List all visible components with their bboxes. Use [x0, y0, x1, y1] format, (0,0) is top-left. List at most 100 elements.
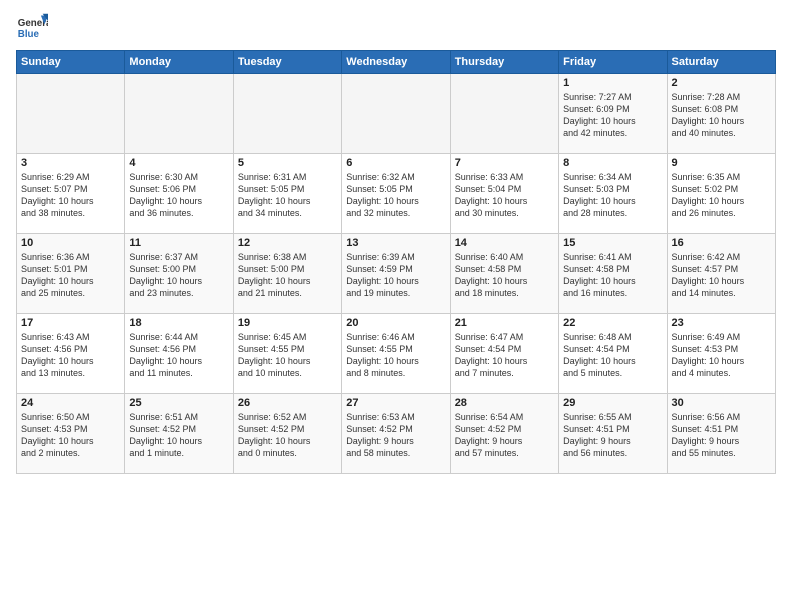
- calendar-cell: [233, 74, 341, 154]
- calendar-cell: [342, 74, 450, 154]
- day-content: Sunrise: 6:53 AM Sunset: 4:52 PM Dayligh…: [346, 411, 445, 460]
- day-number: 6: [346, 157, 445, 169]
- day-number: 12: [238, 237, 337, 249]
- weekday-header-sunday: Sunday: [17, 51, 125, 74]
- calendar-cell: 17 Sunrise: 6:43 AM Sunset: 4:56 PM Dayli…: [17, 314, 125, 394]
- day-number: 30: [672, 397, 771, 409]
- day-content: Sunrise: 6:56 AM Sunset: 4:51 PM Dayligh…: [672, 411, 771, 460]
- day-number: 5: [238, 157, 337, 169]
- day-number: 29: [563, 397, 662, 409]
- day-number: 1: [563, 77, 662, 89]
- calendar-cell: 3 Sunrise: 6:29 AM Sunset: 5:07 PM Daylig…: [17, 154, 125, 234]
- day-content: Sunrise: 7:28 AM Sunset: 6:08 PM Dayligh…: [672, 91, 771, 140]
- day-number: 18: [129, 317, 228, 329]
- day-content: Sunrise: 6:29 AM Sunset: 5:07 PM Dayligh…: [21, 171, 120, 220]
- day-number: 10: [21, 237, 120, 249]
- day-number: 22: [563, 317, 662, 329]
- day-content: Sunrise: 6:45 AM Sunset: 4:55 PM Dayligh…: [238, 331, 337, 380]
- day-number: 9: [672, 157, 771, 169]
- calendar-cell: 16 Sunrise: 6:42 AM Sunset: 4:57 PM Dayli…: [667, 234, 775, 314]
- day-content: Sunrise: 7:27 AM Sunset: 6:09 PM Dayligh…: [563, 91, 662, 140]
- day-number: 21: [455, 317, 554, 329]
- day-content: Sunrise: 6:34 AM Sunset: 5:03 PM Dayligh…: [563, 171, 662, 220]
- calendar-cell: 30 Sunrise: 6:56 AM Sunset: 4:51 PM Dayli…: [667, 394, 775, 474]
- day-content: Sunrise: 6:49 AM Sunset: 4:53 PM Dayligh…: [672, 331, 771, 380]
- calendar-cell: 24 Sunrise: 6:50 AM Sunset: 4:53 PM Dayli…: [17, 394, 125, 474]
- calendar-cell: 27 Sunrise: 6:53 AM Sunset: 4:52 PM Dayli…: [342, 394, 450, 474]
- day-number: 2: [672, 77, 771, 89]
- day-number: 25: [129, 397, 228, 409]
- weekday-header-friday: Friday: [559, 51, 667, 74]
- calendar-cell: 28Sunrise: 6:54 AM Sunset: 4:52 PM Dayli…: [450, 394, 558, 474]
- day-number: 4: [129, 157, 228, 169]
- day-number: 20: [346, 317, 445, 329]
- day-number: 17: [21, 317, 120, 329]
- day-content: Sunrise: 6:37 AM Sunset: 5:00 PM Dayligh…: [129, 251, 228, 300]
- calendar-cell: 1 Sunrise: 7:27 AM Sunset: 6:09 PM Daylig…: [559, 74, 667, 154]
- calendar-cell: 6 Sunrise: 6:32 AM Sunset: 5:05 PM Daylig…: [342, 154, 450, 234]
- day-content: Sunrise: 6:42 AM Sunset: 4:57 PM Dayligh…: [672, 251, 771, 300]
- day-number: 23: [672, 317, 771, 329]
- calendar-cell: 22Sunrise: 6:48 AM Sunset: 4:54 PM Dayli…: [559, 314, 667, 394]
- day-content: Sunrise: 6:50 AM Sunset: 4:53 PM Dayligh…: [21, 411, 120, 460]
- day-content: Sunrise: 6:38 AM Sunset: 5:00 PM Dayligh…: [238, 251, 337, 300]
- calendar-cell: 8 Sunrise: 6:34 AM Sunset: 5:03 PM Daylig…: [559, 154, 667, 234]
- calendar-week-row: 24 Sunrise: 6:50 AM Sunset: 4:53 PM Dayli…: [17, 394, 776, 474]
- day-content: Sunrise: 6:31 AM Sunset: 5:05 PM Dayligh…: [238, 171, 337, 220]
- calendar-table: SundayMondayTuesdayWednesdayThursdayFrid…: [16, 50, 776, 474]
- logo-icon: General Blue: [16, 12, 48, 44]
- calendar-cell: 13Sunrise: 6:39 AM Sunset: 4:59 PM Dayli…: [342, 234, 450, 314]
- day-content: Sunrise: 6:36 AM Sunset: 5:01 PM Dayligh…: [21, 251, 120, 300]
- calendar-week-row: 17 Sunrise: 6:43 AM Sunset: 4:56 PM Dayli…: [17, 314, 776, 394]
- calendar-cell: 18 Sunrise: 6:44 AM Sunset: 4:56 PM Dayli…: [125, 314, 233, 394]
- calendar-cell: 4 Sunrise: 6:30 AM Sunset: 5:06 PM Daylig…: [125, 154, 233, 234]
- day-content: Sunrise: 6:52 AM Sunset: 4:52 PM Dayligh…: [238, 411, 337, 460]
- calendar-cell: 7 Sunrise: 6:33 AM Sunset: 5:04 PM Daylig…: [450, 154, 558, 234]
- weekday-header-thursday: Thursday: [450, 51, 558, 74]
- svg-text:Blue: Blue: [18, 29, 40, 40]
- day-content: Sunrise: 6:46 AM Sunset: 4:55 PM Dayligh…: [346, 331, 445, 380]
- calendar-cell: 21Sunrise: 6:47 AM Sunset: 4:54 PM Dayli…: [450, 314, 558, 394]
- day-number: 16: [672, 237, 771, 249]
- calendar-week-row: 3 Sunrise: 6:29 AM Sunset: 5:07 PM Daylig…: [17, 154, 776, 234]
- day-content: Sunrise: 6:33 AM Sunset: 5:04 PM Dayligh…: [455, 171, 554, 220]
- day-number: 19: [238, 317, 337, 329]
- weekday-header-monday: Monday: [125, 51, 233, 74]
- weekday-header-saturday: Saturday: [667, 51, 775, 74]
- calendar-cell: [450, 74, 558, 154]
- day-content: Sunrise: 6:55 AM Sunset: 4:51 PM Dayligh…: [563, 411, 662, 460]
- calendar-cell: 20 Sunrise: 6:46 AM Sunset: 4:55 PM Dayli…: [342, 314, 450, 394]
- calendar-cell: 23 Sunrise: 6:49 AM Sunset: 4:53 PM Dayli…: [667, 314, 775, 394]
- weekday-header-row: SundayMondayTuesdayWednesdayThursdayFrid…: [17, 51, 776, 74]
- day-number: 11: [129, 237, 228, 249]
- calendar-cell: 2 Sunrise: 7:28 AM Sunset: 6:08 PM Daylig…: [667, 74, 775, 154]
- calendar-cell: 25 Sunrise: 6:51 AM Sunset: 4:52 PM Dayli…: [125, 394, 233, 474]
- day-number: 3: [21, 157, 120, 169]
- calendar-cell: 5 Sunrise: 6:31 AM Sunset: 5:05 PM Daylig…: [233, 154, 341, 234]
- day-content: Sunrise: 6:54 AM Sunset: 4:52 PM Dayligh…: [455, 411, 554, 460]
- day-content: Sunrise: 6:51 AM Sunset: 4:52 PM Dayligh…: [129, 411, 228, 460]
- day-content: Sunrise: 6:44 AM Sunset: 4:56 PM Dayligh…: [129, 331, 228, 380]
- calendar-cell: 14Sunrise: 6:40 AM Sunset: 4:58 PM Dayli…: [450, 234, 558, 314]
- day-content: Sunrise: 6:30 AM Sunset: 5:06 PM Dayligh…: [129, 171, 228, 220]
- calendar-cell: 15Sunrise: 6:41 AM Sunset: 4:58 PM Dayli…: [559, 234, 667, 314]
- day-content: Sunrise: 6:39 AM Sunset: 4:59 PM Dayligh…: [346, 251, 445, 300]
- day-number: 24: [21, 397, 120, 409]
- day-number: 7: [455, 157, 554, 169]
- calendar-week-row: 1 Sunrise: 7:27 AM Sunset: 6:09 PM Daylig…: [17, 74, 776, 154]
- day-number: 8: [563, 157, 662, 169]
- day-content: Sunrise: 6:43 AM Sunset: 4:56 PM Dayligh…: [21, 331, 120, 380]
- calendar-cell: 10 Sunrise: 6:36 AM Sunset: 5:01 PM Dayli…: [17, 234, 125, 314]
- day-content: Sunrise: 6:32 AM Sunset: 5:05 PM Dayligh…: [346, 171, 445, 220]
- calendar-cell: [17, 74, 125, 154]
- calendar-week-row: 10 Sunrise: 6:36 AM Sunset: 5:01 PM Dayli…: [17, 234, 776, 314]
- calendar-cell: 11 Sunrise: 6:37 AM Sunset: 5:00 PM Dayli…: [125, 234, 233, 314]
- calendar-cell: 19 Sunrise: 6:45 AM Sunset: 4:55 PM Dayli…: [233, 314, 341, 394]
- logo: General Blue: [16, 12, 48, 44]
- calendar-cell: 9 Sunrise: 6:35 AM Sunset: 5:02 PM Daylig…: [667, 154, 775, 234]
- day-number: 27: [346, 397, 445, 409]
- day-number: 26: [238, 397, 337, 409]
- day-content: Sunrise: 6:35 AM Sunset: 5:02 PM Dayligh…: [672, 171, 771, 220]
- weekday-header-tuesday: Tuesday: [233, 51, 341, 74]
- calendar-cell: 12 Sunrise: 6:38 AM Sunset: 5:00 PM Dayli…: [233, 234, 341, 314]
